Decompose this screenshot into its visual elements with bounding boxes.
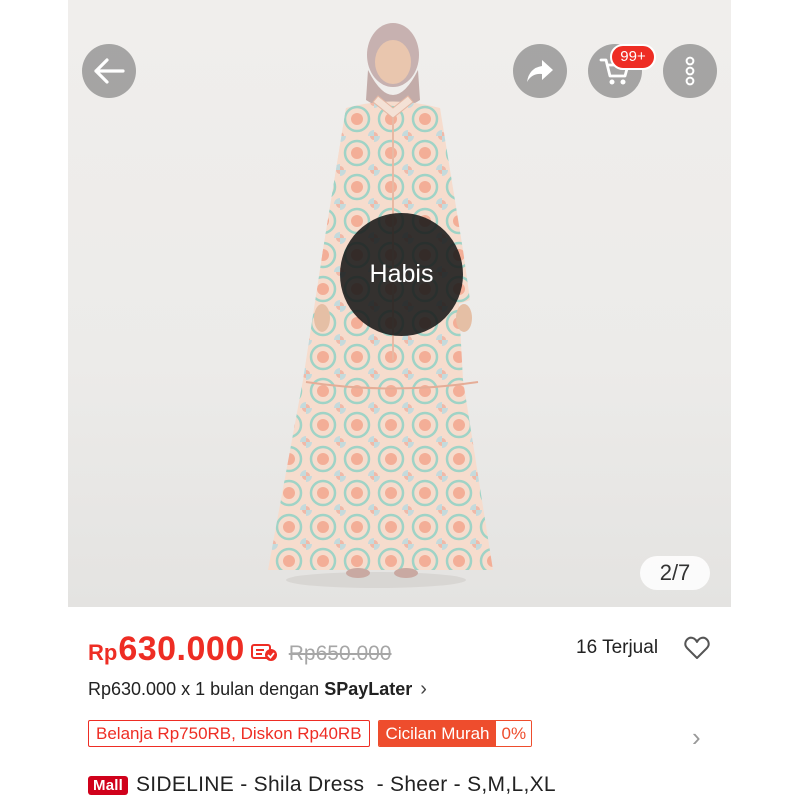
more-options-button[interactable] [663,44,717,98]
installment-rate: 0% [496,721,532,746]
coin-voucher-icon[interactable] [250,642,277,662]
heart-icon[interactable] [684,636,710,660]
product-title-row: Mall SIDELINE - Shila Dress - Sheer - S,… [88,773,556,797]
price-row: Rp 630.000 Rp650.000 [88,630,392,672]
share-icon [527,60,553,82]
promo-badges[interactable]: Belanja Rp750RB, Diskon Rp40RB Cicilan M… [88,720,533,747]
arrow-left-icon [94,58,125,84]
chevron-right-icon: › [420,678,427,700]
sold-out-overlay: Habis [340,213,463,336]
product-title: SIDELINE - Shila Dress - Sheer - S,M,L,X… [135,773,556,796]
back-button[interactable] [82,44,136,98]
installment-label: Cicilan Murah [378,721,497,746]
mall-badge: Mall [88,775,128,795]
discount-badge[interactable]: Belanja Rp750RB, Diskon Rp40RB [88,720,370,747]
image-page-counter: 2/7 [640,556,710,590]
price-currency: Rp [88,640,118,665]
paylater-row[interactable]: Rp630.000 x 1 bulan dengan SPayLater › [88,678,427,701]
original-price: Rp650.000 [288,642,392,665]
current-price: 630.000 [118,630,245,668]
paylater-brand: SPayLater [324,679,413,699]
paylater-text: Rp630.000 x 1 bulan dengan [88,679,320,699]
cart-count-badge: 99+ [610,44,656,70]
installment-badge[interactable]: Cicilan Murah 0% [377,720,533,747]
chevron-right-icon[interactable]: › [692,722,701,753]
more-vertical-icon [685,56,695,86]
sold-count: 16 Terjual [576,637,659,658]
share-button[interactable] [513,44,567,98]
